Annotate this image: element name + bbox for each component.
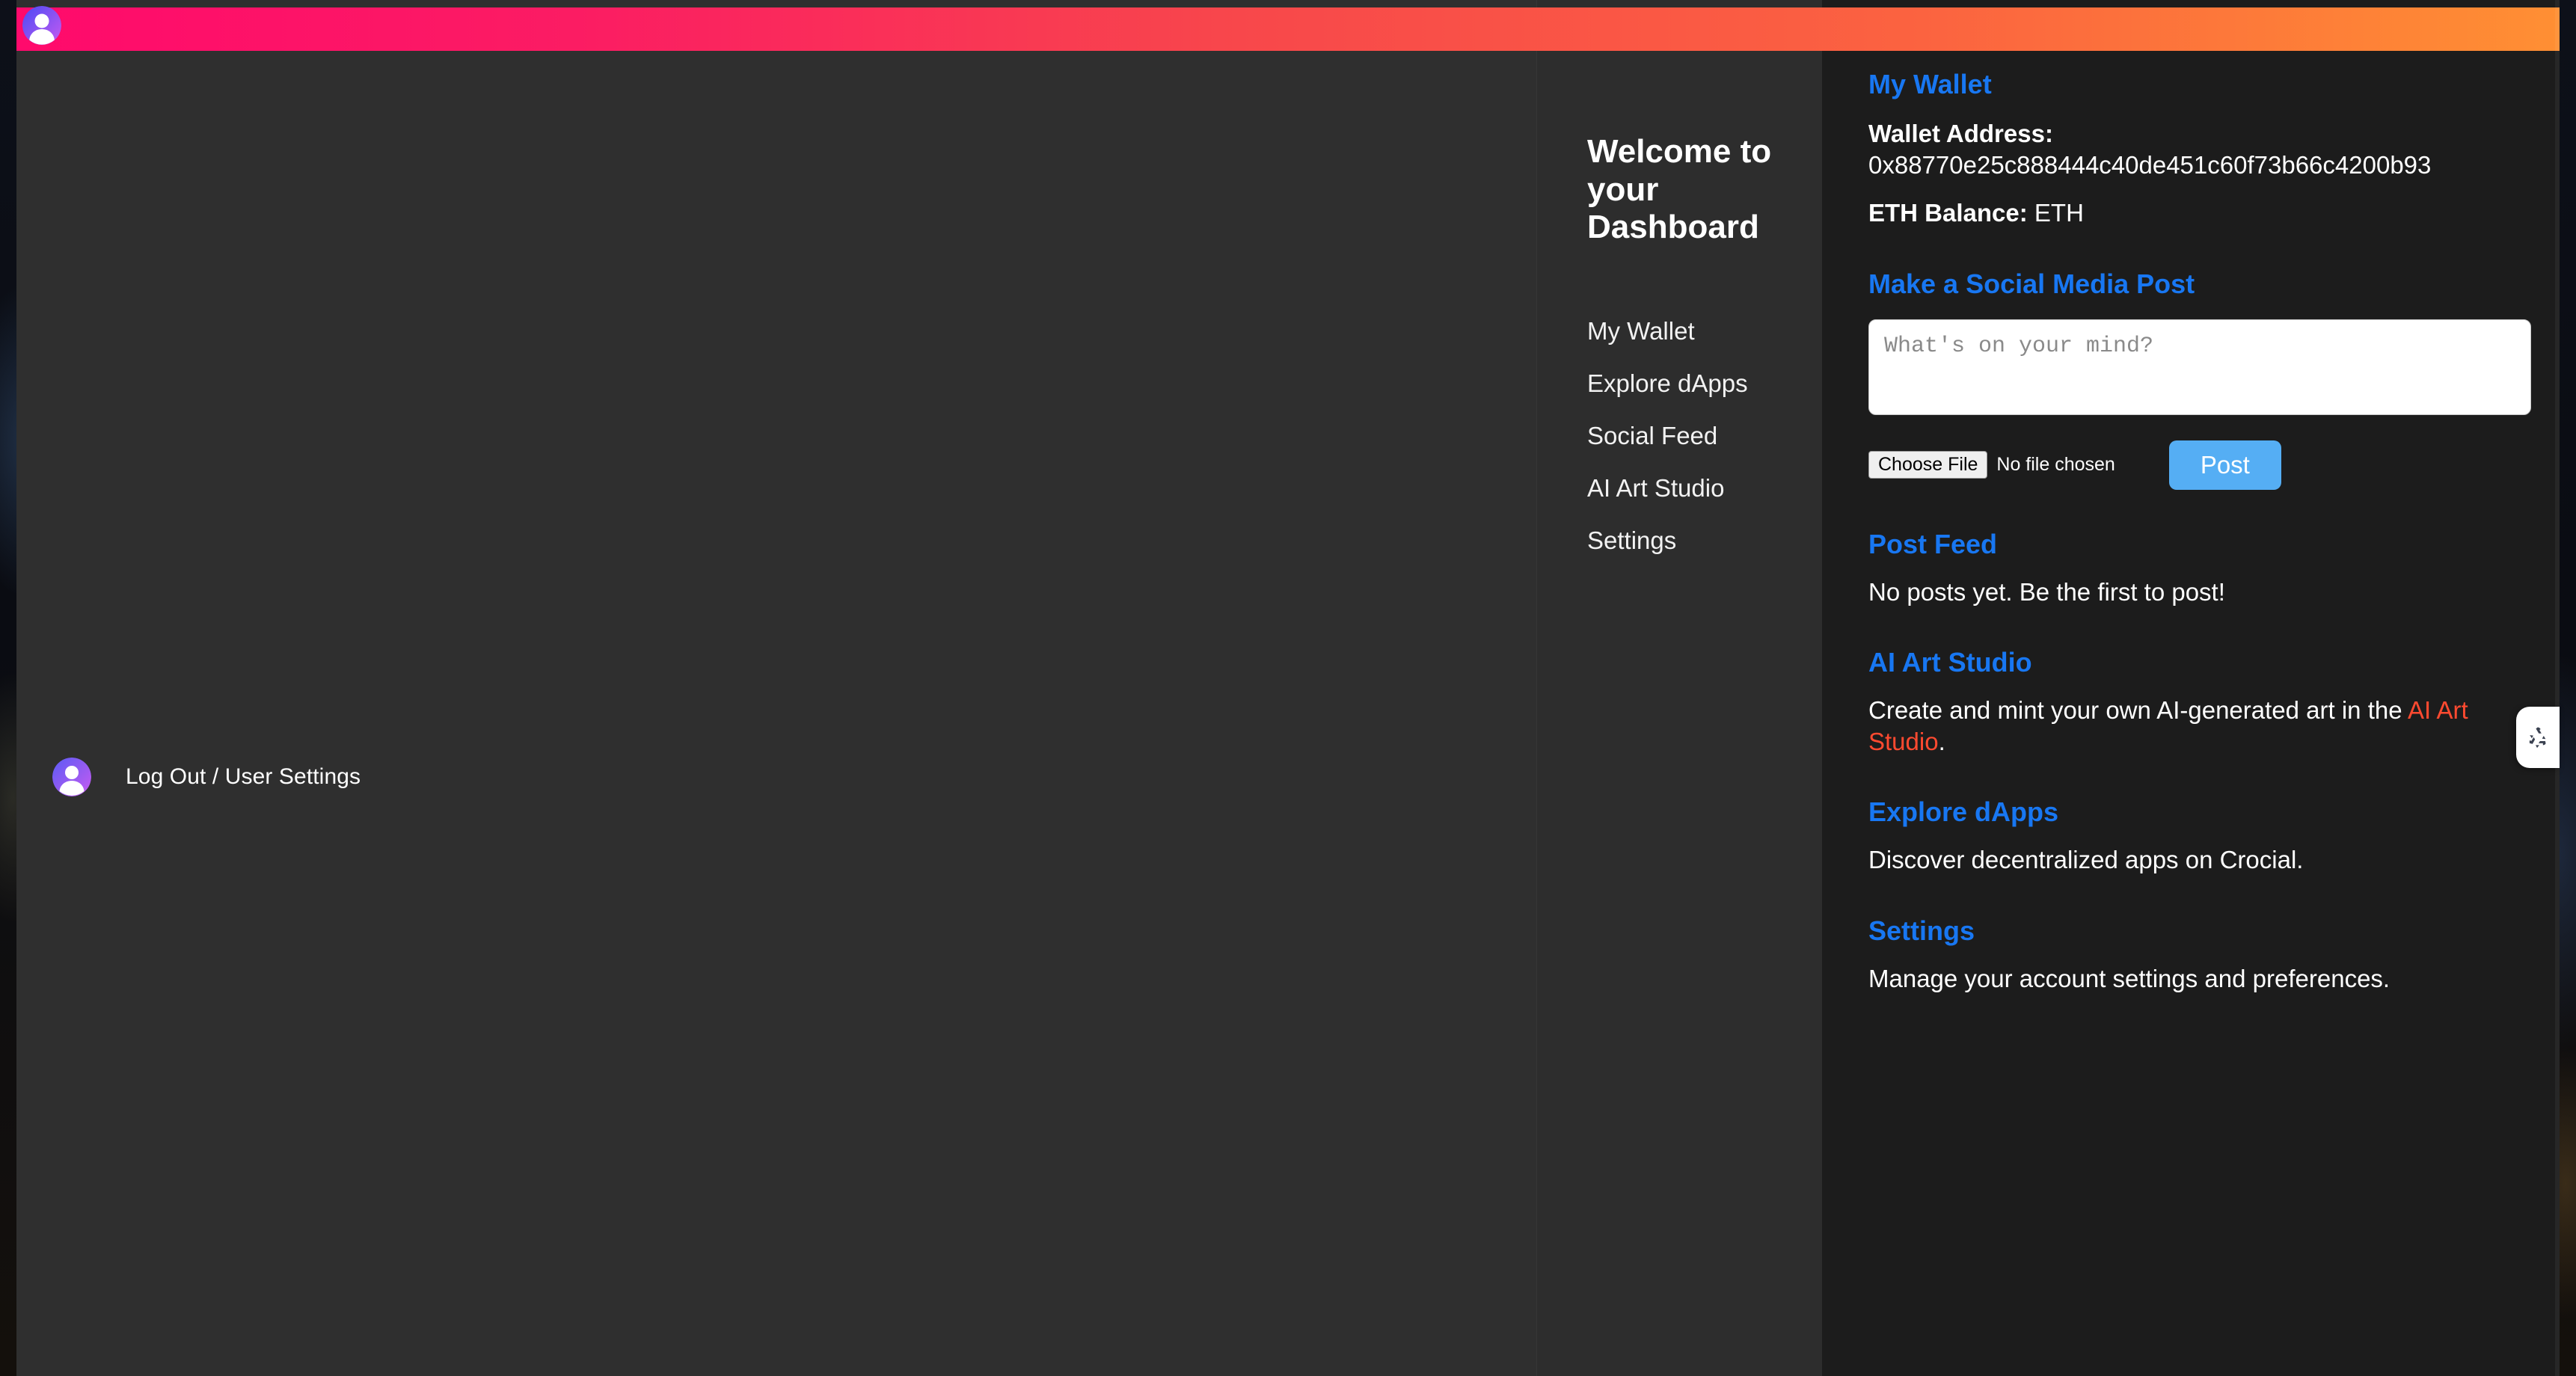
choose-file-button[interactable]: Choose File (1868, 451, 1988, 479)
banner-avatar-glyph (22, 6, 61, 45)
top-banner (16, 6, 2560, 51)
sidebar-item-explore-dapps[interactable]: Explore dApps (1587, 369, 1748, 398)
wallet-address-label: Wallet Address: (1868, 120, 2053, 147)
vertical-scrollbar[interactable] (2555, 0, 2560, 1376)
file-upload-input[interactable]: Choose File No file chosen (1868, 451, 2115, 479)
wallet-address-row: Wallet Address: 0x88770e25c888444c40de45… (1868, 118, 2531, 181)
composer-heading[interactable]: Make a Social Media Post (1868, 268, 2531, 300)
side-widget-tab[interactable] (2516, 707, 2560, 768)
banner-gradient (16, 7, 2560, 51)
post-textarea[interactable]: What's on your mind? (1868, 319, 2531, 415)
wallet-heading[interactable]: My Wallet (1868, 69, 2531, 100)
explore-dapps-heading[interactable]: Explore dApps (1868, 796, 2531, 828)
ai-art-studio-heading[interactable]: AI Art Studio (1868, 647, 2531, 678)
settings-text: Manage your account settings and prefere… (1868, 964, 2391, 992)
composer-controls: Choose File No file chosen Post (1868, 440, 2531, 490)
banner-gradient-fill (16, 7, 2560, 51)
app-shell: Log Out / User Settings Welcome to your … (16, 0, 2560, 1376)
wallet-address-value: 0x88770e25c888444c40de451c60f73b66c4200b… (1868, 151, 2432, 179)
post-textarea-placeholder: What's on your mind? (1884, 333, 2154, 359)
sidebar-item-settings[interactable]: Settings (1587, 526, 1748, 555)
sidebar-panel: Welcome to your Dashboard My Wallet Expl… (1536, 0, 1822, 1376)
ai-art-studio-text: Create and mint your own AI-generated ar… (1868, 695, 2531, 758)
sidebar-item-social-feed[interactable]: Social Feed (1587, 422, 1748, 450)
main-content-panel: My Wallet Wallet Address: 0x88770e25c888… (1822, 0, 2560, 1376)
ai-art-text-after: . (1938, 728, 1945, 756)
post-feed-heading[interactable]: Post Feed (1868, 529, 2531, 560)
post-button[interactable]: Post (2168, 440, 2281, 490)
sidebar-item-my-wallet[interactable]: My Wallet (1587, 317, 1748, 345)
user-settings-label: Log Out / User Settings (126, 764, 361, 789)
user-settings-row[interactable]: Log Out / User Settings (52, 758, 361, 796)
settings-heading[interactable]: Settings (1868, 915, 2531, 947)
recycle-loop-icon (2529, 727, 2546, 749)
eth-balance-label: ETH Balance: (1868, 199, 2028, 227)
ai-art-text-before: Create and mint your own AI-generated ar… (1868, 695, 2408, 724)
eth-balance-row: ETH Balance: ETH (1868, 197, 2531, 229)
welcome-title: Welcome to your Dashboard (1587, 133, 1772, 246)
post-composer: What's on your mind? Choose File No file… (1868, 319, 2531, 490)
eth-balance-value: ETH (2034, 199, 2084, 227)
file-status-label: No file chosen (1996, 454, 2115, 476)
post-feed-empty-text: No posts yet. Be the first to post! (1868, 577, 2225, 606)
sidebar-nav: My Wallet Explore dApps Social Feed AI A… (1587, 317, 1748, 555)
sidebar-item-ai-art-studio[interactable]: AI Art Studio (1587, 474, 1748, 503)
user-avatar-icon (52, 758, 91, 796)
left-panel: Log Out / User Settings (16, 0, 1536, 1376)
user-avatar-glyph (52, 758, 91, 796)
explore-dapps-text: Discover decentralized apps on Crocial. (1868, 846, 2304, 874)
banner-avatar-icon[interactable] (22, 6, 61, 45)
